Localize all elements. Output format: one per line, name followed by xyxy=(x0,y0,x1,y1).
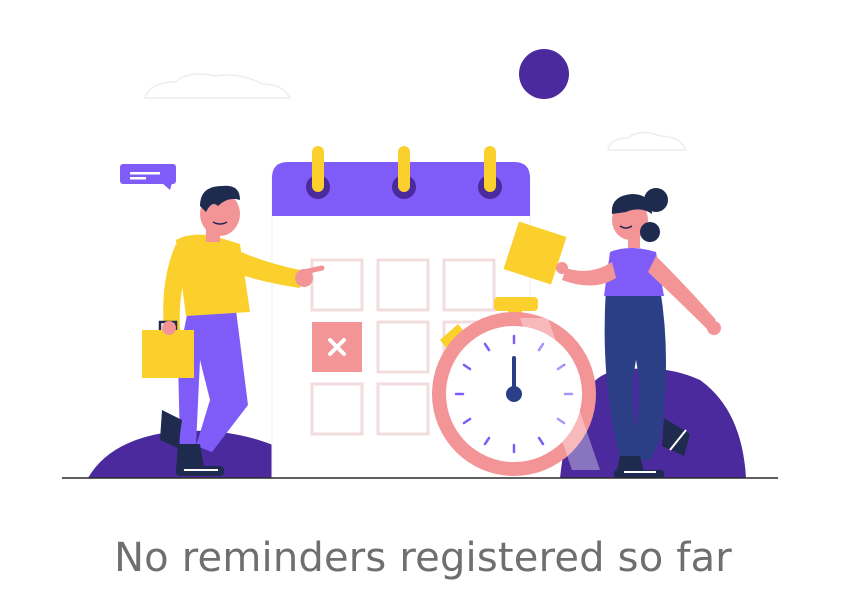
chat-bubble-icon xyxy=(120,164,176,190)
empty-state-page: No reminders registered so far xyxy=(0,0,846,594)
cloud-decoration xyxy=(607,131,688,151)
cloud-decoration xyxy=(143,73,292,99)
empty-reminders-illustration xyxy=(62,49,778,479)
sun-circle xyxy=(519,49,569,99)
empty-state-message: No reminders registered so far xyxy=(114,535,732,581)
